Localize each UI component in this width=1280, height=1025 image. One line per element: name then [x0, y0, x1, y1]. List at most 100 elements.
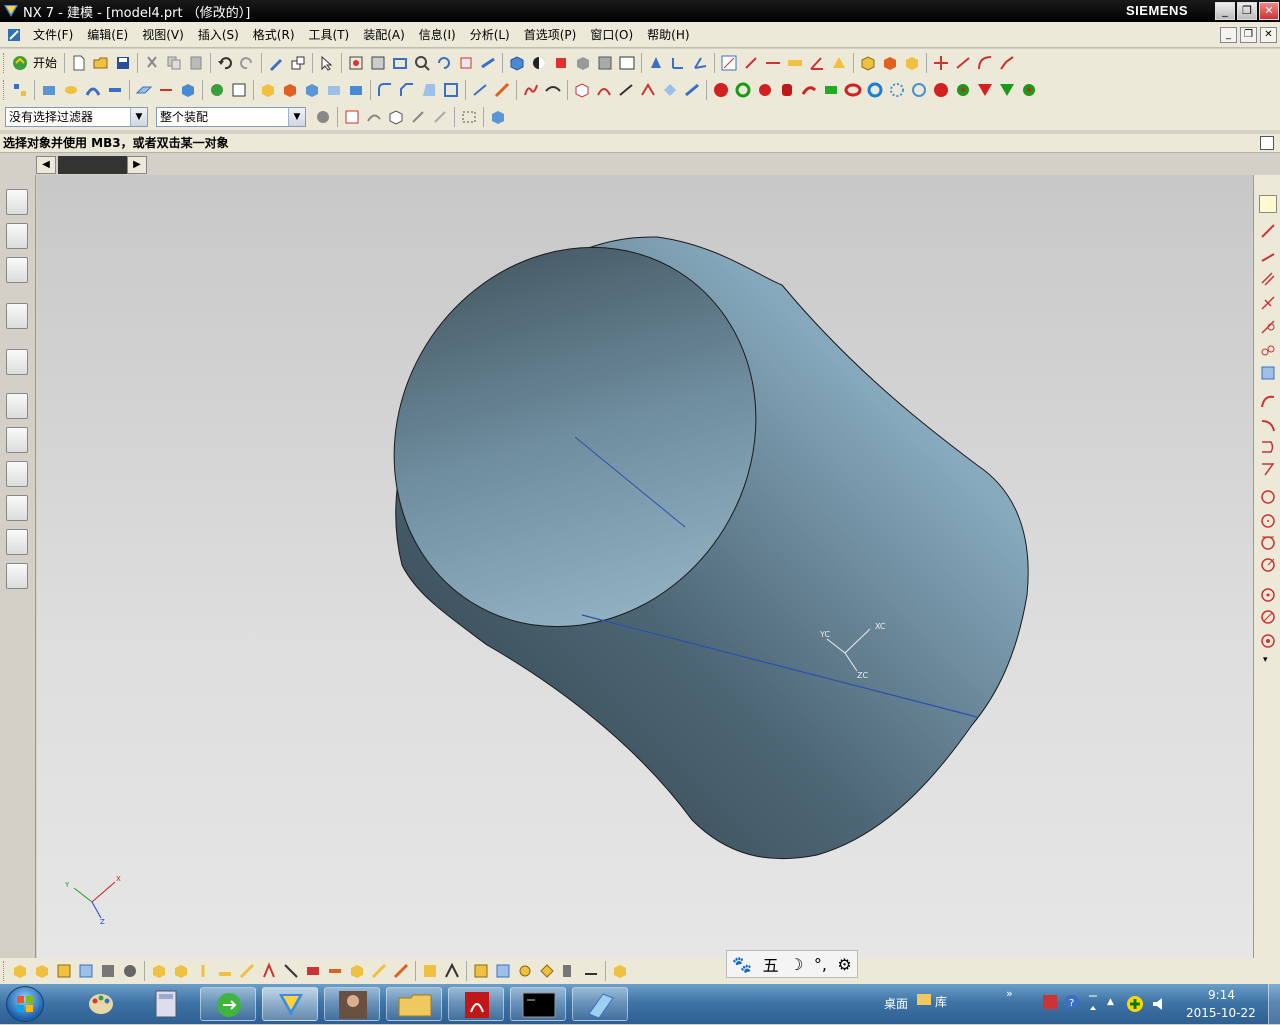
circle-tangent-icon[interactable]: [1259, 534, 1277, 552]
measure-length-icon[interactable]: [786, 54, 804, 72]
toolbar-grip[interactable]: [3, 961, 6, 981]
pin-component-icon[interactable]: [516, 962, 534, 980]
assembly-navigator-icon[interactable]: [6, 189, 28, 215]
extrude-icon[interactable]: [40, 81, 58, 99]
graphics-window[interactable]: XC YC ZC X Y Z: [37, 175, 1253, 958]
red-pipe-icon[interactable]: [800, 81, 818, 99]
bounded-plane-icon[interactable]: [683, 81, 701, 99]
process-studio-icon[interactable]: [6, 461, 28, 487]
snap-point-settings-icon[interactable]: [343, 108, 361, 126]
library-icon[interactable]: [916, 992, 932, 1006]
circle-diameter-icon[interactable]: [1259, 608, 1277, 626]
nx-menu-icon[interactable]: [6, 27, 22, 43]
move-object-icon[interactable]: [289, 54, 307, 72]
add-existing-icon[interactable]: [33, 962, 51, 980]
tray-app-icon[interactable]: [1042, 994, 1058, 1010]
green-funnel-icon[interactable]: [998, 81, 1016, 99]
type-filter-dropdown[interactable]: 没有选择过滤器 ▼: [5, 106, 148, 127]
pan-icon[interactable]: [457, 54, 475, 72]
intersect-icon[interactable]: [303, 81, 321, 99]
edge-blend-icon[interactable]: [376, 81, 394, 99]
ruled-surface-icon[interactable]: [617, 81, 635, 99]
blue-torus-icon[interactable]: [866, 81, 884, 99]
green-target-icon[interactable]: [1020, 81, 1038, 99]
snap-point-icon[interactable]: [720, 54, 738, 72]
save-icon[interactable]: [114, 54, 132, 72]
zoom-window-icon[interactable]: [391, 54, 409, 72]
two-circle-line-icon[interactable]: [1259, 342, 1277, 360]
part-navigator-icon[interactable]: [6, 223, 28, 249]
cue-restore-icon[interactable]: [1260, 136, 1274, 150]
tube-icon[interactable]: [106, 81, 124, 99]
sketch-icon[interactable]: [522, 81, 540, 99]
arc-tangent-icon[interactable]: [1259, 438, 1277, 456]
menu-analysis[interactable]: 分析(L): [463, 26, 517, 43]
circle-point-icon[interactable]: [1259, 556, 1277, 574]
scroll-right-button[interactable]: ▶: [127, 156, 147, 174]
select-feature-icon[interactable]: [365, 108, 383, 126]
menu-assemblies[interactable]: 装配(A): [356, 26, 412, 43]
delete-from-explosion-icon[interactable]: [282, 962, 300, 980]
rectangle-select-icon[interactable]: [460, 108, 478, 126]
scroll-thumb[interactable]: [58, 156, 128, 174]
hide-component-icon[interactable]: [582, 962, 600, 980]
zoom-box-icon[interactable]: [369, 54, 387, 72]
shaded-view-icon[interactable]: [508, 54, 526, 72]
open-folder-icon[interactable]: [92, 54, 110, 72]
circle-radius-icon[interactable]: [1259, 586, 1277, 604]
component-copy-icon[interactable]: [77, 962, 95, 980]
parallel-line-icon[interactable]: [1259, 270, 1277, 288]
wave-link-icon[interactable]: [121, 962, 139, 980]
menu-insert[interactable]: 插入(S): [191, 26, 246, 43]
circle-icon[interactable]: [1259, 488, 1277, 506]
red-star-icon[interactable]: [756, 81, 774, 99]
arc-end-icon[interactable]: [1259, 460, 1277, 478]
show-only-icon[interactable]: [560, 962, 578, 980]
red-blob-icon[interactable]: [932, 81, 950, 99]
fit-view-icon[interactable]: [347, 54, 365, 72]
trim-body-icon[interactable]: [325, 81, 343, 99]
taskbar-explorer-app[interactable]: [386, 987, 442, 1021]
selection-scope-dropdown[interactable]: 整个装配 ▼: [156, 106, 306, 127]
select-edge-icon[interactable]: [409, 108, 427, 126]
move-component-icon[interactable]: [150, 962, 168, 980]
new-file-icon[interactable]: [70, 54, 88, 72]
snap-endpoint-icon[interactable]: [742, 54, 760, 72]
unite-icon[interactable]: [259, 81, 277, 99]
minimize-button[interactable]: _: [1215, 2, 1235, 20]
general-selection-filter-icon[interactable]: [314, 108, 332, 126]
web-browser-icon[interactable]: [6, 303, 28, 329]
start-icon[interactable]: [11, 54, 29, 72]
clock-icon[interactable]: [6, 393, 28, 419]
revolve-icon[interactable]: [62, 81, 80, 99]
mdi-minimize-button[interactable]: _: [1220, 27, 1237, 43]
studio-surface-icon[interactable]: [595, 81, 613, 99]
green-red-target-icon[interactable]: [954, 81, 972, 99]
part-navigator-icon[interactable]: [11, 81, 29, 99]
circle-center-icon[interactable]: [1259, 512, 1277, 530]
close-button[interactable]: ✕: [1259, 2, 1279, 20]
cut-assembly-icon[interactable]: [494, 962, 512, 980]
undo-icon[interactable]: [216, 54, 234, 72]
menu-view[interactable]: 视图(V): [135, 26, 191, 43]
assembly-icon[interactable]: [859, 54, 877, 72]
scroll-left-button[interactable]: ◀: [36, 156, 56, 174]
auto-explode-icon[interactable]: [238, 962, 256, 980]
curve-icon[interactable]: [544, 81, 562, 99]
shell-icon[interactable]: [442, 81, 460, 99]
paint-icon[interactable]: [85, 990, 117, 1018]
chamfer-curve-icon[interactable]: [998, 54, 1016, 72]
n-sided-surface-icon[interactable]: [661, 81, 679, 99]
ime-wubi-mode[interactable]: 五: [763, 952, 779, 976]
menu-tools[interactable]: 工具(T): [302, 26, 357, 43]
translucency-icon[interactable]: [574, 54, 592, 72]
select-body-icon[interactable]: [387, 108, 405, 126]
add-component-icon[interactable]: [881, 54, 899, 72]
menu-information[interactable]: 信息(I): [412, 26, 463, 43]
swept-surface-icon[interactable]: [639, 81, 657, 99]
reuse-library-icon[interactable]: [6, 257, 28, 283]
start-button[interactable]: 开始: [33, 54, 57, 71]
red-funnel-icon[interactable]: [976, 81, 994, 99]
green-shape-icon[interactable]: [822, 81, 840, 99]
circle-full-icon[interactable]: [1259, 632, 1277, 650]
